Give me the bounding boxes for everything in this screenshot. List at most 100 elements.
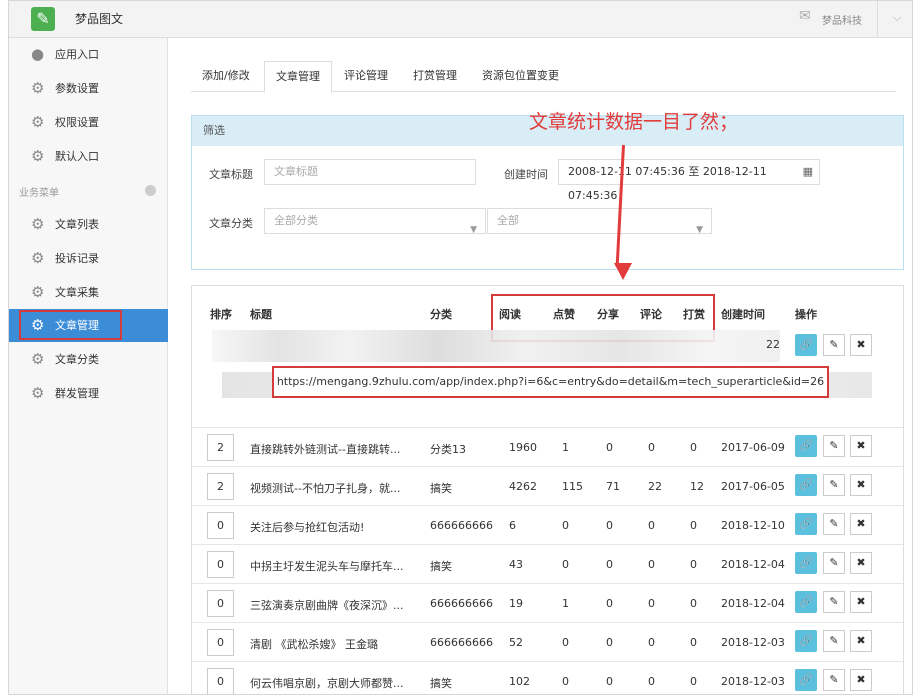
cell-date: 2018-12-04 — [721, 597, 785, 610]
chevron-down-icon[interactable]: ⌵ — [893, 11, 901, 25]
link-button[interactable]: 🔗 — [795, 669, 817, 691]
sidebar-item-permissions[interactable]: ⚙ 权限设置 — [9, 106, 168, 139]
link-button[interactable]: 🔗 — [795, 474, 817, 496]
wechat-icon: ✉ — [799, 8, 811, 24]
sidebar-item-label: 文章采集 — [55, 286, 99, 299]
sidebar: ● 应用入口 ⚙ 参数设置 ⚙ 权限设置 ⚙ 默认入口 业务菜单 ⚙ 文章列表 ⚙ 投诉记录… — [9, 38, 168, 694]
table-row: 0 何云伟唱京剧，京剧大师都赞... 搞笑 102 0 0 0 0 2018-12-03 🔗 ✎ ✖ — [192, 661, 903, 694]
cell-share: 0 — [606, 597, 613, 610]
article-table: 排序 标题 分类 阅读 点赞 分享 评论 打赏 创建时间 操作 22 🔗 ✎ ✖… — [191, 285, 904, 694]
sort-order-input[interactable]: 0 — [207, 629, 234, 656]
cell-title[interactable]: 中拐主圩发生泥头车与摩托车... — [250, 558, 420, 574]
edit-button[interactable]: ✎ — [823, 591, 845, 613]
article-title-input[interactable]: 文章标题 — [264, 159, 476, 185]
cell-like: 1 — [562, 441, 569, 454]
delete-button[interactable]: ✖ — [850, 474, 872, 496]
company-name[interactable]: 梦品科技 — [822, 12, 862, 27]
category-select-value: 全部分类 — [274, 214, 318, 227]
cell-title[interactable]: 视频测试--不怕刀子扎身，就... — [250, 480, 420, 496]
sidebar-item-app-entry[interactable]: ● 应用入口 — [9, 38, 168, 71]
article-url[interactable]: https://mengang.9zhulu.com/app/index.php… — [272, 366, 829, 398]
sidebar-item-label: 投诉记录 — [55, 252, 99, 265]
dropdown-arrow-icon: ▼ — [696, 225, 703, 235]
edit-button[interactable]: ✎ — [823, 334, 845, 356]
gear-icon: ⚙ — [31, 215, 45, 233]
edit-button[interactable]: ✎ — [823, 474, 845, 496]
cell-share: 71 — [606, 480, 620, 493]
sort-order-input[interactable]: 0 — [207, 590, 234, 617]
tab-add-edit[interactable]: 添加/修改 — [191, 61, 261, 92]
delete-button[interactable]: ✖ — [850, 669, 872, 691]
cell-like: 115 — [562, 480, 583, 493]
app-window: ✎ 梦品图文 ✉ 梦品科技 ⌵ ● 应用入口 ⚙ 参数设置 ⚙ 权限设置 ⚙ 默认入口 … — [8, 0, 913, 695]
delete-button[interactable]: ✖ — [850, 591, 872, 613]
tab-comment-manage[interactable]: 评论管理 — [333, 61, 399, 92]
cell-comment: 0 — [648, 441, 655, 454]
sidebar-item-mass-send[interactable]: ⚙ 群发管理 — [9, 377, 168, 410]
sidebar-item-label: 文章分类 — [55, 353, 99, 366]
edit-button[interactable]: ✎ — [823, 513, 845, 535]
created-time-range-input[interactable]: 2008-12-11 07:45:36 至 2018-12-11 07:45:3… — [558, 159, 820, 202]
cell-reward: 0 — [690, 441, 697, 454]
collapse-dot-icon[interactable] — [145, 185, 156, 196]
cell-date: 2018-12-04 — [721, 558, 785, 571]
link-button[interactable]: 🔗 — [795, 334, 817, 356]
table-row: 0 中拐主圩发生泥头车与摩托车... 搞笑 43 0 0 0 0 2018-12-04 🔗 ✎ ✖ — [192, 544, 903, 583]
calendar-icon: ▦ — [802, 165, 813, 178]
edit-button[interactable]: ✎ — [823, 669, 845, 691]
cell-comment: 0 — [648, 636, 655, 649]
link-button[interactable]: 🔗 — [795, 435, 817, 457]
cell-title[interactable]: 清剧 《武松杀嫂》 王金璐 — [250, 636, 420, 652]
category-select[interactable]: 全部分类 ▼ — [264, 208, 486, 235]
sidebar-item-default-entry[interactable]: ⚙ 默认入口 — [9, 140, 168, 173]
sort-order-input[interactable]: 0 — [207, 512, 234, 539]
sort-order-input[interactable]: 0 — [207, 668, 234, 694]
table-row: 2 直接跳转外链测试--直接跳转... 分类13 1960 1 0 0 0 2017-06-09… — [192, 427, 903, 466]
sort-order-input[interactable]: 2 — [207, 473, 234, 500]
sort-order-input[interactable]: 2 — [207, 434, 234, 461]
delete-button[interactable]: ✖ — [850, 552, 872, 574]
delete-button[interactable]: ✖ — [850, 334, 872, 356]
chat-bubble-icon: ● — [31, 45, 45, 63]
subcategory-select[interactable]: 全部 ▼ — [487, 208, 712, 235]
cell-date: 2017-06-09 — [721, 441, 785, 454]
cell-like: 0 — [562, 636, 569, 649]
gear-icon: ⚙ — [31, 249, 45, 267]
delete-button[interactable]: ✖ — [850, 513, 872, 535]
cell-reward: 0 — [690, 597, 697, 610]
sidebar-item-article-category[interactable]: ⚙ 文章分类 — [9, 343, 168, 376]
col-header-actions: 操作 — [795, 308, 817, 321]
sidebar-item-label: 默认入口 — [55, 150, 99, 163]
tab-reward-manage[interactable]: 打赏管理 — [402, 61, 468, 92]
cell-title[interactable]: 三弦演奏京剧曲牌《夜深沉》... — [250, 597, 420, 613]
cell-share: 0 — [606, 636, 613, 649]
edit-button[interactable]: ✎ — [823, 435, 845, 457]
link-button[interactable]: 🔗 — [795, 513, 817, 535]
edit-button[interactable]: ✎ — [823, 552, 845, 574]
tab-article-manage[interactable]: 文章管理 — [264, 61, 332, 93]
cell-title[interactable]: 何云伟唱京剧，京剧大师都赞... — [250, 675, 420, 691]
sort-order-input[interactable]: 0 — [207, 551, 234, 578]
link-button[interactable]: 🔗 — [795, 552, 817, 574]
sidebar-item-complaints[interactable]: ⚙ 投诉记录 — [9, 242, 168, 275]
created-time-range-value: 2008-12-11 07:45:36 至 2018-12-11 07:45:3… — [568, 165, 767, 202]
link-button[interactable]: 🔗 — [795, 630, 817, 652]
article-title-label: 文章标题 — [209, 168, 253, 181]
sidebar-item-article-list[interactable]: ⚙ 文章列表 — [9, 208, 168, 241]
app-logo-icon: ✎ — [31, 7, 55, 31]
tab-resource-position[interactable]: 资源包位置变更 — [471, 61, 570, 92]
category-label: 文章分类 — [209, 217, 253, 230]
subcategory-select-value: 全部 — [497, 214, 519, 227]
sidebar-item-article-collect[interactable]: ⚙ 文章采集 — [9, 276, 168, 309]
blurred-row — [212, 330, 780, 362]
link-button[interactable]: 🔗 — [795, 591, 817, 613]
cell-title[interactable]: 关注后参与抢红包活动! — [250, 519, 420, 535]
delete-button[interactable]: ✖ — [850, 435, 872, 457]
cell-read: 43 — [509, 558, 523, 571]
delete-button[interactable]: ✖ — [850, 630, 872, 652]
edit-button[interactable]: ✎ — [823, 630, 845, 652]
cell-comment: 0 — [648, 675, 655, 688]
sidebar-item-params[interactable]: ⚙ 参数设置 — [9, 72, 168, 105]
cell-title[interactable]: 直接跳转外链测试--直接跳转... — [250, 441, 420, 457]
col-header-created: 创建时间 — [721, 308, 765, 321]
